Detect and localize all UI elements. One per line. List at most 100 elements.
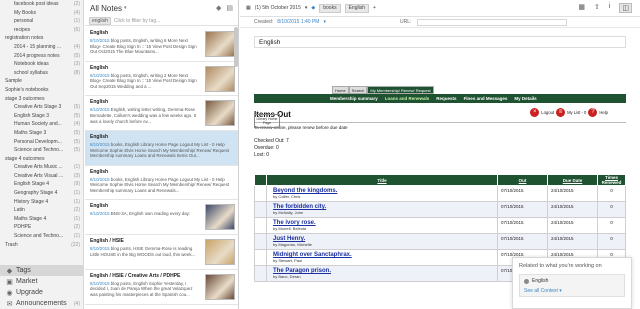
filter-tag-pill[interactable]: english (89, 16, 111, 25)
note-card[interactable]: English 8/10/2015 books, English Library … (85, 131, 238, 166)
upload-icon[interactable]: ⇧ (594, 3, 600, 13)
notebook-item[interactable]: Latin (2) (0, 206, 83, 215)
tag-english[interactable]: English (344, 3, 369, 13)
table-header-cell[interactable]: Title (266, 174, 498, 186)
note-card[interactable]: English 8/10/2015 English, writing letter… (85, 96, 238, 132)
notebook-item[interactable]: 2014 - 15 planning ... (4) (0, 43, 83, 52)
chevron-down-icon[interactable]: ▾ (305, 5, 308, 11)
notebook-item[interactable]: PDHPE (2) (0, 223, 83, 232)
book-title-link[interactable]: Beyond the kingdoms. (273, 188, 494, 194)
notebook-item[interactable]: Creative Arts Stage 3 (5) (0, 103, 83, 112)
notebook-item[interactable]: English Stage 3 (5) (0, 112, 83, 121)
notebook-item[interactable]: Notebook ideas (3) (0, 60, 83, 69)
notebook-item[interactable]: Sample (0, 77, 83, 86)
url-field[interactable] (417, 18, 568, 26)
related-item[interactable]: English See all Context ▾ (519, 274, 625, 297)
chevron-down-icon[interactable]: ▾ (124, 5, 127, 11)
add-tag-button[interactable]: + (373, 5, 376, 11)
table-header-cell[interactable]: Due Date (547, 174, 598, 186)
notebook-item[interactable]: facebook post ideas (2) (0, 0, 83, 9)
library-subnav-link[interactable]: My Details (514, 96, 536, 101)
sidebar-toggle-icon[interactable]: ◫ (619, 3, 632, 13)
list-icon[interactable]: ≡ (556, 108, 566, 117)
note-card[interactable]: English 8/10/2015 BNS-3A, English own rea… (85, 200, 238, 236)
book-title-link[interactable]: Midnight over Sanctaphrax. (273, 252, 494, 258)
chevron-down-icon[interactable]: ▾ (323, 19, 326, 25)
notebook-item[interactable]: stage 4 outcomes (0, 155, 83, 164)
view-options-icon[interactable]: ▤ (226, 4, 233, 12)
help-link[interactable]: Help (599, 110, 608, 115)
tag-filter-input[interactable]: Click to filter by tag... (114, 18, 160, 24)
row-checkbox-cell[interactable] (254, 185, 267, 202)
table-header-cell[interactable]: Times Renewed (597, 174, 626, 186)
library-tab[interactable]: My Membership/ Renew/ Request (367, 86, 434, 94)
sidebar-item-tags[interactable]: ◆ Tags (0, 265, 83, 276)
my-list-link[interactable]: My List - 0 (567, 110, 586, 115)
note-list-scrollbar[interactable] (234, 27, 238, 67)
notebook-name: facebook post ideas (14, 1, 59, 7)
sidebar-bottom-nav: ◆ Tags ▣ Market ◉ Upgrade ✉ Announcements (4) (0, 265, 83, 309)
library-subnav-link[interactable]: Loans and Renewals (385, 96, 430, 101)
notebook-item[interactable]: English Stage 4 (9) (0, 180, 83, 189)
notebook-selector[interactable]: (1) 5th October 2015 (255, 5, 301, 11)
notebook-item[interactable]: Science and Techno... (1) (0, 232, 83, 241)
notebook-item[interactable]: Sophie's notebooks (0, 86, 83, 95)
table-header-cell[interactable]: Out (497, 174, 548, 186)
created-date[interactable]: 8/10/2015 1:40 PM (277, 19, 319, 25)
notebook-item[interactable]: 2014 progress notes (5) (0, 52, 83, 61)
note-card[interactable]: English / HSIE / Creative Arts / PDHPE 8/… (85, 270, 238, 305)
sidebar-item-announcements[interactable]: ✉ Announcements (4) (0, 298, 83, 309)
note-title-field[interactable]: English (254, 36, 626, 48)
row-checkbox-cell[interactable] (254, 217, 267, 234)
notebook-item[interactable]: Maths Stage 4 (1) (0, 215, 83, 224)
book-title-link[interactable]: The ivory rose. (273, 220, 494, 226)
library-subnav-link[interactable]: Requests (436, 96, 456, 101)
note-thumbnail (205, 65, 235, 92)
logout-icon[interactable]: × (530, 108, 540, 117)
row-checkbox-cell[interactable] (254, 265, 267, 282)
library-subnav-link[interactable]: Fines and Messages (464, 96, 508, 101)
notebook-item[interactable]: Creative Arts Music ... (1) (0, 163, 83, 172)
note-card[interactable]: English 8/10/2015 blog posts, English, wr… (85, 62, 238, 97)
row-checkbox-cell[interactable] (254, 249, 267, 266)
library-subnav-link[interactable]: Membership summary (330, 96, 378, 101)
share-icon[interactable]: ▦ (578, 3, 585, 13)
market-icon: ▣ (6, 278, 13, 286)
notebook-item[interactable]: Geography Stage 4 (1) (0, 189, 83, 198)
notebook-item[interactable]: Creative Arts Visual ... (3) (0, 172, 83, 181)
notebook-count: (9) (73, 181, 80, 188)
notebook-item[interactable]: Human Society and... (4) (0, 120, 83, 129)
notebook-item[interactable]: Trash (22) (0, 241, 83, 250)
notebook-item[interactable]: registration notes (0, 34, 83, 43)
note-list-title[interactable]: All Notes (90, 4, 122, 13)
out-date-cell: 07/10/2015 (497, 201, 548, 218)
info-icon[interactable]: i (609, 3, 611, 13)
notebook-item[interactable]: History Stage 4 (1) (0, 198, 83, 207)
notebook-item[interactable]: Science and Techno... (5) (0, 146, 83, 155)
table-header-cell[interactable] (254, 174, 267, 186)
note-card[interactable]: English 8/10/2015 books, English Library … (85, 166, 238, 201)
notebook-item[interactable]: recipes (6) (0, 26, 83, 35)
notebook-item[interactable]: school syllabus (8) (0, 69, 83, 78)
library-logo[interactable]: Library Home Page (254, 114, 280, 128)
notebook-item[interactable]: My Books (4) (0, 9, 83, 18)
notebook-item[interactable]: Maths Stage 3 (5) (0, 129, 83, 138)
sidebar-item-upgrade[interactable]: ◉ Upgrade (0, 287, 83, 298)
note-card[interactable]: English 8/10/2015 blog posts, English, wr… (85, 27, 238, 62)
add-tag-icon[interactable]: ◆ (216, 4, 221, 12)
book-title-link[interactable]: The forbidden city. (273, 204, 494, 210)
note-card[interactable]: English / HSIE 8/10/2015 blog posts, HSIE… (85, 235, 238, 270)
library-tab[interactable]: Home (332, 86, 349, 94)
see-all-context-link[interactable]: See all Context ▾ (524, 288, 620, 294)
help-icon[interactable]: ? (588, 108, 598, 117)
sidebar-item-market[interactable]: ▣ Market (0, 276, 83, 287)
library-tab[interactable]: Search (348, 86, 368, 94)
row-checkbox-cell[interactable] (254, 201, 267, 218)
notebook-item[interactable]: Personal Developm... (5) (0, 138, 83, 147)
notebook-item[interactable]: personal (1) (0, 17, 83, 26)
row-checkbox-cell[interactable] (254, 233, 267, 250)
tag-books[interactable]: books (319, 3, 341, 13)
logout-link[interactable]: Logout (541, 110, 554, 115)
book-title-link[interactable]: The Paragon prison. (273, 268, 494, 274)
notebook-item[interactable]: stage 3 outcomes (0, 95, 83, 104)
